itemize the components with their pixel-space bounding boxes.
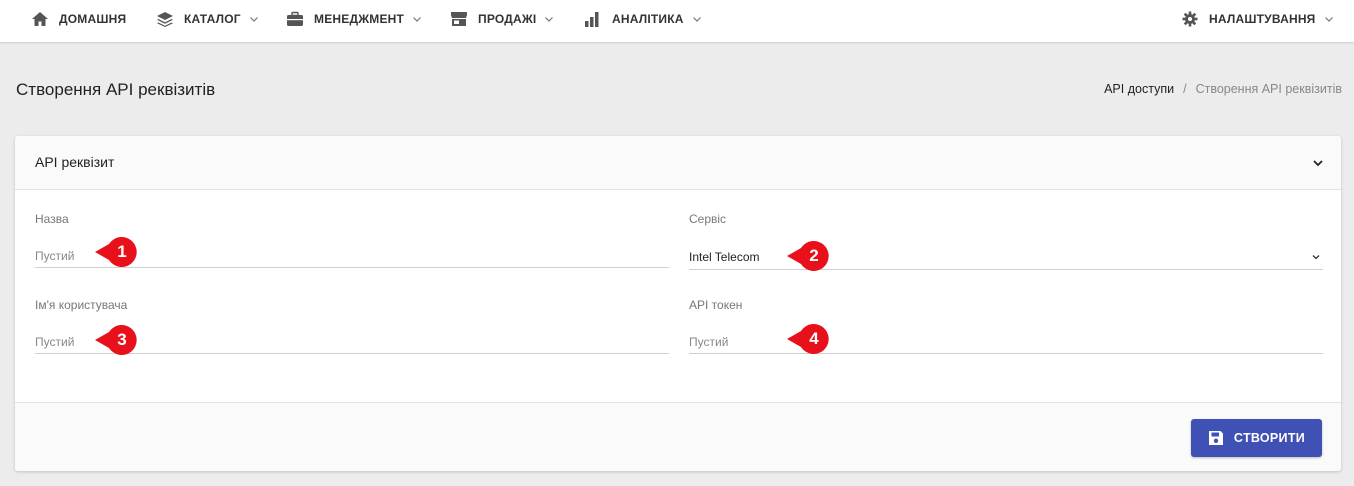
chevron-down-icon: [1312, 255, 1320, 260]
breadcrumb-current: Створення API реквізитів: [1195, 82, 1342, 96]
gear-icon: [1182, 11, 1198, 27]
create-button[interactable]: СТВОРИТИ: [1191, 419, 1322, 457]
nav-home[interactable]: ДОМАШНЯ: [31, 0, 126, 38]
chevron-down-icon[interactable]: [1309, 154, 1327, 172]
create-button-label: СТВОРИТИ: [1233, 431, 1306, 445]
callout-marker-3: 3: [94, 323, 138, 357]
nav-catalog-label: КАТАЛОГ: [184, 12, 241, 26]
nav-analytics-label: АНАЛІТИКА: [612, 12, 684, 26]
callout-marker-number: 2: [809, 246, 819, 265]
layers-icon: [157, 12, 173, 27]
card-header: API реквізит: [15, 136, 1341, 190]
nav-sales[interactable]: ПРОДАЖІ: [450, 0, 554, 38]
breadcrumb-separator: /: [1183, 82, 1187, 96]
breadcrumb: API доступи / Створення API реквізитів: [1104, 82, 1342, 96]
nav-management[interactable]: МЕНЕДЖМЕНТ: [286, 0, 422, 38]
home-icon: [32, 12, 48, 26]
nav-catalog[interactable]: КАТАЛОГ: [156, 0, 259, 38]
nav-settings-label: НАЛАШТУВАННЯ: [1209, 12, 1316, 26]
callout-marker-4: 4: [786, 322, 830, 356]
nav-home-label: ДОМАШНЯ: [59, 12, 127, 26]
api-credential-card: API реквізит Назва 1 Сервіс Intel Teleco…: [15, 136, 1341, 471]
name-label: Назва: [35, 212, 69, 226]
username-label: Ім'я користувача: [35, 298, 128, 312]
page-title: Створення API реквізитів: [16, 80, 216, 99]
api-token-label: API токен: [689, 298, 743, 312]
nav-management-label: МЕНЕДЖМЕНТ: [314, 12, 405, 26]
store-icon: [451, 12, 467, 26]
api-token-input[interactable]: [689, 330, 1323, 354]
top-navigation: ДОМАШНЯ КАТАЛОГ МЕНЕДЖМЕНТ ПРОДАЖІ АНАЛІ…: [0, 0, 1354, 43]
bar-chart-icon: [585, 12, 599, 27]
nav-sales-label: ПРОДАЖІ: [478, 12, 537, 26]
chevron-down-icon: [692, 17, 701, 22]
save-icon: [1208, 431, 1223, 445]
callout-marker-1: 1: [94, 235, 138, 269]
chevron-down-icon: [1324, 17, 1333, 22]
card-title: API реквізит: [35, 154, 115, 170]
chevron-down-icon: [545, 17, 554, 22]
callout-marker-number: 1: [117, 242, 127, 261]
nav-settings[interactable]: НАЛАШТУВАННЯ: [1181, 0, 1334, 38]
service-select[interactable]: Intel Telecom: [689, 244, 1323, 270]
callout-marker-number: 3: [117, 330, 127, 349]
briefcase-icon: [287, 11, 303, 26]
service-label: Сервіс: [689, 212, 727, 226]
nav-analytics[interactable]: АНАЛІТИКА: [584, 0, 702, 38]
chevron-down-icon: [249, 17, 258, 22]
chevron-down-icon: [413, 17, 421, 22]
callout-marker-number: 4: [809, 329, 819, 348]
breadcrumb-link-api-access[interactable]: API доступи: [1104, 82, 1174, 96]
callout-marker-2: 2: [786, 239, 830, 273]
service-value: Intel Telecom: [689, 250, 760, 264]
card-footer: СТВОРИТИ: [15, 402, 1341, 471]
